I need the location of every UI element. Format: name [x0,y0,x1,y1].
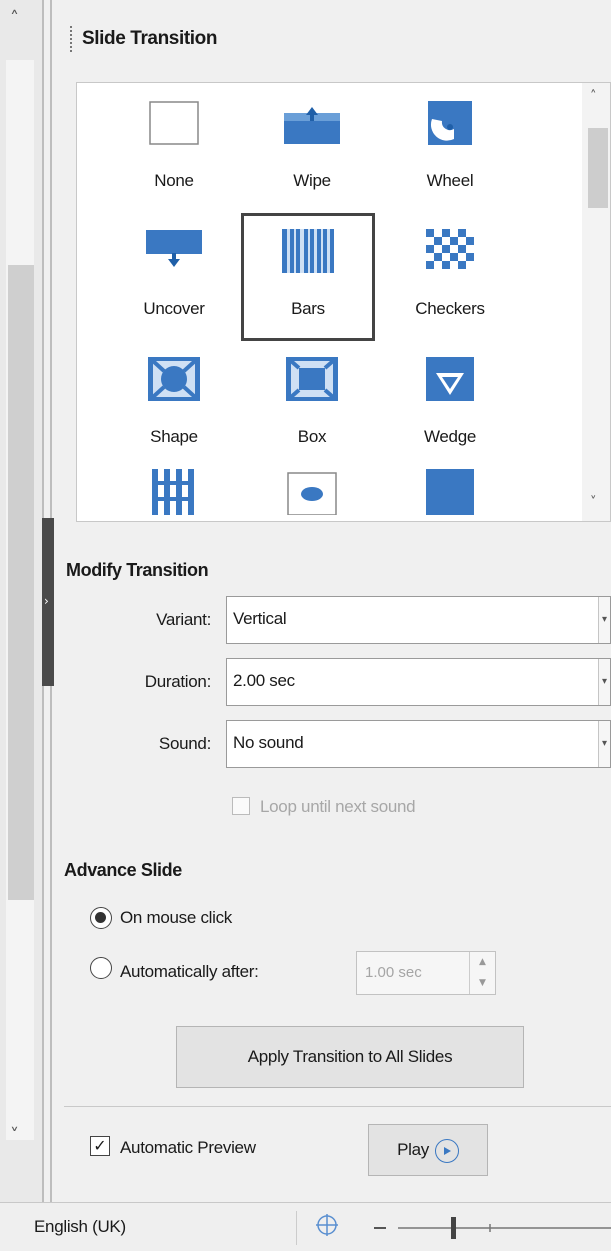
modify-transition-heading: Modify Transition [66,560,209,580]
variant-select[interactable]: Vertical ▾ [226,596,611,644]
transition-shape[interactable]: Shape [107,341,241,469]
automatically-after-radio[interactable] [90,957,112,979]
gallery-scroll-down-icon[interactable]: ˅ [590,495,597,510]
play-label: Play [397,1140,429,1159]
language-indicator[interactable]: English (UK) [34,1217,126,1237]
wipe-icon [284,102,340,144]
transition-label: Wedge [423,427,477,446]
duration-value: 2.00 sec [233,671,295,690]
collapse-arrow-icon: › [44,594,49,608]
slide-transition-panel: Slide Transition None Wipe Wheel Uncover… [56,0,611,1202]
transition-none[interactable]: None [107,85,241,213]
scroll-up-icon[interactable]: ˄ [10,8,19,29]
sound-select[interactable]: No sound ▾ [226,720,611,768]
transition-gallery[interactable]: None Wipe Wheel Uncover Bars Checkers Sh… [76,82,611,522]
transition-wipe[interactable]: Wipe [245,85,379,213]
gallery-scrollbar[interactable]: ˄ ˅ [582,83,610,521]
divider [296,1211,297,1245]
none-icon [149,101,199,145]
decrement-icon[interactable]: ▼ [470,973,495,994]
play-button[interactable]: Play [368,1124,488,1176]
transition-label: Bars [291,299,325,318]
transition-uncover[interactable]: Uncover [107,213,241,341]
transition-bars[interactable]: Bars [241,213,375,341]
transition-wheel[interactable]: Wheel [383,85,517,213]
apply-to-all-slides-button[interactable]: Apply Transition to All Slides [176,1026,524,1088]
sound-label: Sound: [158,734,211,753]
gallery-scroll-up-icon[interactable]: ˄ [590,89,597,104]
variant-value: Vertical [233,609,287,628]
auto-advance-spinner[interactable]: 1.00 sec ▲ ▼ [356,951,496,995]
advance-slide-heading: Advance Slide [64,860,182,880]
fit-slide-icon[interactable] [314,1212,340,1238]
on-mouse-click-label[interactable]: On mouse click [120,908,232,928]
left-scrollbar[interactable]: ˄ ˅ [0,0,42,1202]
fade-icon [426,469,474,515]
transition-wedge[interactable]: Wedge [383,341,517,469]
transition-label: Wipe [293,171,331,190]
transition-iris[interactable] [245,453,379,581]
transition-box[interactable]: Box [245,341,379,469]
slide-transition-window: ˄ ˅ › Slide Transition None Wipe Wheel U… [0,0,611,1251]
wheel-icon [428,101,472,145]
panel-title: Slide Transition [68,26,217,52]
divider [64,1106,611,1107]
transition-label: Checkers [415,299,485,318]
automatic-preview-checkbox[interactable]: ✓ [90,1136,110,1156]
uncover-icon [146,230,202,272]
transition-label: Box [297,427,327,446]
transition-fade[interactable] [383,453,517,581]
duration-label: Duration: [144,672,212,691]
sound-value: No sound [233,733,304,752]
play-icon [434,1138,459,1163]
increment-icon[interactable]: ▲ [470,952,495,973]
chevron-down-icon[interactable]: ▾ [598,721,610,767]
transition-label: Wheel [426,171,474,190]
chevron-down-icon[interactable]: ▾ [598,597,610,643]
automatically-after-label[interactable]: Automatically after: [120,962,259,982]
variant-label: Variant: [156,610,211,629]
chevron-down-icon[interactable]: ▾ [598,659,610,705]
checkers-icon [426,229,474,273]
transition-label: Shape [150,427,198,446]
sidebar-collapse-handle[interactable]: › [42,518,54,686]
transition-label: None [154,171,194,190]
automatic-preview-label[interactable]: Automatic Preview [120,1138,256,1158]
iris-icon [287,472,337,515]
on-mouse-click-radio[interactable] [90,907,112,929]
transition-label: Uncover [143,299,205,318]
scrollbar-thumb[interactable] [8,265,34,900]
transition-checkers[interactable]: Checkers [383,213,517,341]
wedge-icon [426,357,474,401]
loop-label: Loop until next sound [260,797,416,816]
status-bar: English (UK) [0,1202,611,1251]
bars-icon [282,229,334,273]
box-icon [286,357,338,401]
duration-select[interactable]: 2.00 sec ▾ [226,658,611,706]
zoom-slider[interactable] [370,1213,611,1243]
venetian-icon [152,469,194,515]
shape-icon [148,357,200,401]
auto-advance-value: 1.00 sec [365,964,422,981]
spinner-buttons[interactable]: ▲ ▼ [469,952,495,994]
loop-checkbox[interactable] [232,797,250,815]
scroll-down-icon[interactable]: ˅ [10,1125,19,1146]
gallery-scroll-thumb[interactable] [588,128,608,208]
